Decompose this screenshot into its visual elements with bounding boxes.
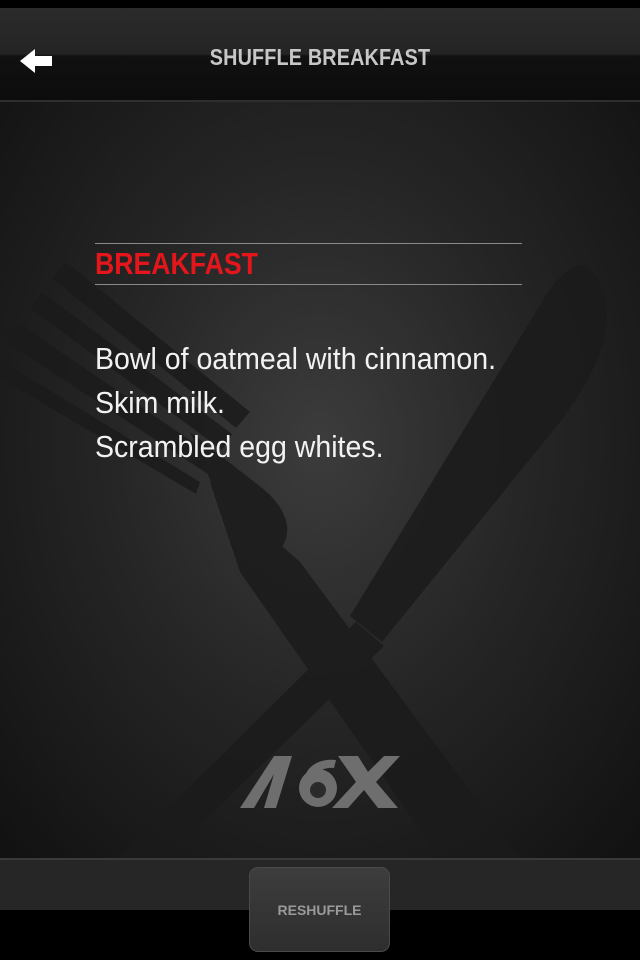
meal-list: Bowl of oatmeal with cinnamon. Skim milk… <box>95 337 522 469</box>
meal-card: BREAKFAST Bowl of oatmeal with cinnamon.… <box>95 243 522 469</box>
meal-content: BREAKFAST Bowl of oatmeal with cinnamon.… <box>0 102 640 858</box>
nav-bar: SHUFFLE BREAKFAST <box>0 8 640 102</box>
meal-heading: BREAKFAST <box>95 246 258 281</box>
reshuffle-button[interactable]: RESHUFFLE <box>249 867 390 952</box>
a6x-logo <box>240 756 400 808</box>
fork-and-knife-crossed-icon <box>0 262 607 858</box>
meal-item: Bowl of oatmeal with cinnamon. <box>95 341 497 376</box>
meal-item: Scrambled egg whites. <box>95 429 384 464</box>
heading-divider <box>95 284 522 285</box>
status-bar <box>0 0 640 8</box>
meal-item: Skim milk. <box>95 385 225 420</box>
page-title: SHUFFLE BREAKFAST <box>209 44 431 70</box>
